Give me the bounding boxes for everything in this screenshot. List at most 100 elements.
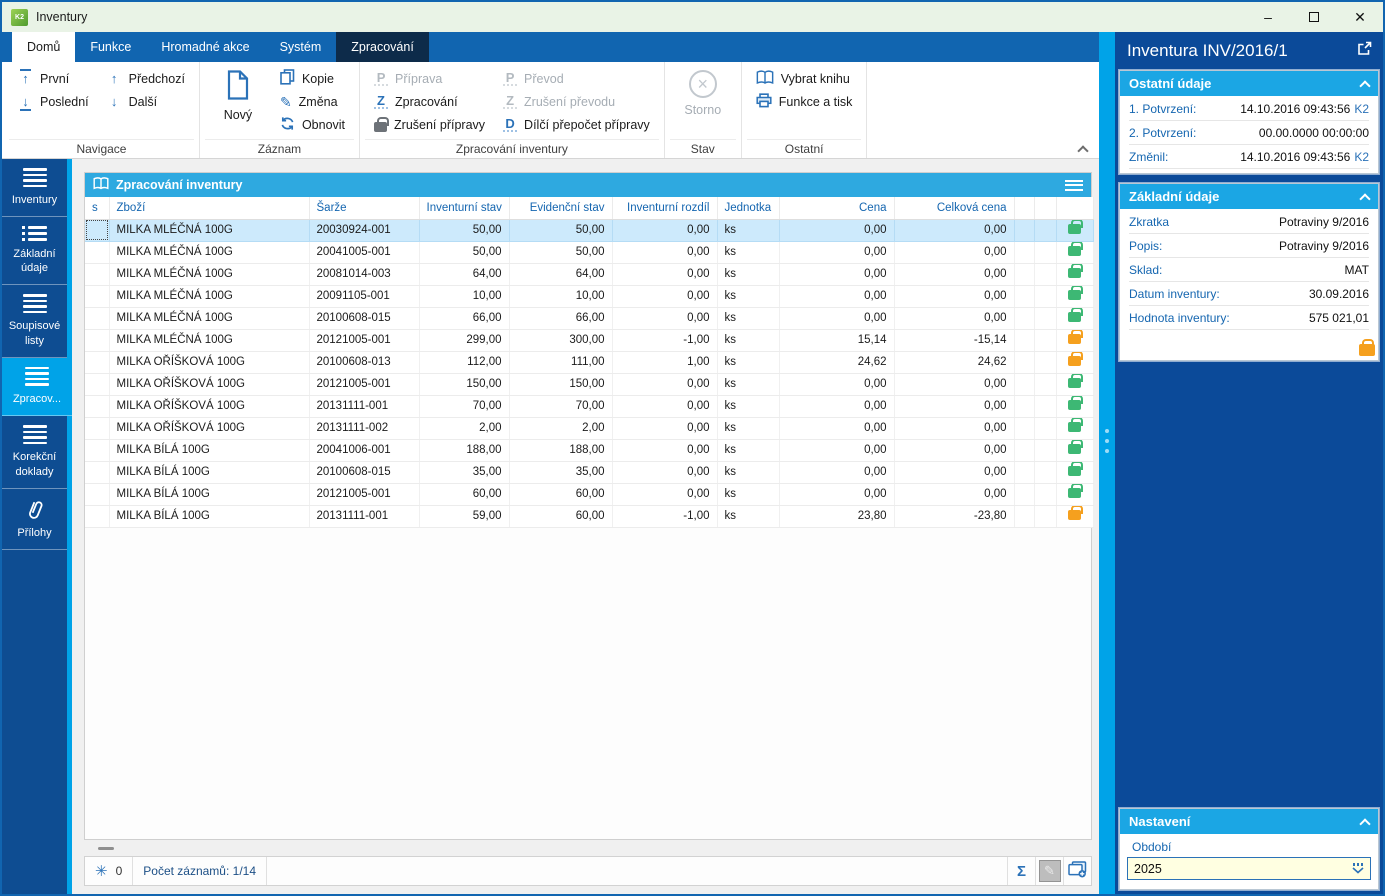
- select-book-button[interactable]: Vybrat knihu: [753, 67, 856, 90]
- dropdown-icon[interactable]: [1352, 863, 1364, 874]
- lock-green-icon: [1068, 290, 1081, 300]
- refresh-button[interactable]: Obnovit: [277, 113, 348, 136]
- tab-funkce[interactable]: Funkce: [75, 32, 146, 62]
- card-header[interactable]: Ostatní údaje: [1120, 71, 1378, 96]
- last-button[interactable]: ↓Poslední: [15, 90, 92, 113]
- zpracovani-button[interactable]: ZZpracování: [371, 90, 488, 113]
- cell: 0,00: [612, 219, 717, 241]
- cell: [85, 263, 109, 285]
- list-icon: [25, 367, 49, 386]
- sidebar-item-inventury[interactable]: Inventury: [2, 159, 67, 217]
- window-controls: – ✕: [1245, 2, 1383, 32]
- cell: [1014, 483, 1034, 505]
- cell: -23,80: [894, 505, 1014, 527]
- cell: 300,00: [509, 329, 612, 351]
- period-input[interactable]: 2025: [1127, 857, 1371, 880]
- side-panel-title: Inventura INV/2016/1: [1127, 41, 1288, 61]
- cell: MILKA OŘÍŠKOVÁ 100G: [109, 351, 309, 373]
- col-header-evidencni-stav[interactable]: Evidenční stav: [509, 197, 612, 219]
- card-header[interactable]: Nastavení: [1120, 809, 1378, 834]
- zruseni-pripravy-button[interactable]: Zrušení přípravy: [371, 113, 488, 136]
- lock-green-icon: [1068, 312, 1081, 322]
- table-row[interactable]: MILKA MLÉČNÁ 100G20081014-00364,0064,000…: [85, 263, 1093, 285]
- table-row[interactable]: MILKA OŘÍŠKOVÁ 100G20100608-013112,00111…: [85, 351, 1093, 373]
- col-header-inventurni-stav[interactable]: Inventurní stav: [419, 197, 509, 219]
- col-header-inventurni-rozdil[interactable]: Inventurní rozdíl: [612, 197, 717, 219]
- collapse-ribbon-icon[interactable]: [1077, 145, 1088, 156]
- cell: 70,00: [419, 395, 509, 417]
- col-header-jednotka[interactable]: Jednotka: [717, 197, 779, 219]
- expand-icon[interactable]: [1357, 41, 1372, 61]
- col-header-empty: [1056, 197, 1093, 219]
- panel-field-row: 1. Potvrzení:14.10.2016 09:43:56K2: [1129, 97, 1369, 121]
- cell: 35,00: [419, 461, 509, 483]
- dilci-prepocet-button[interactable]: DDílčí přepočet přípravy: [500, 113, 653, 136]
- edit-mode-button[interactable]: ✎: [1035, 857, 1063, 885]
- sidebar-item-zpracov[interactable]: Zpracov...: [2, 358, 72, 416]
- close-button[interactable]: ✕: [1337, 2, 1383, 32]
- filter-indicator[interactable]: ✳ 0: [85, 857, 133, 885]
- cell: [85, 439, 109, 461]
- card-header[interactable]: Základní údaje: [1120, 184, 1378, 209]
- cell: ks: [717, 307, 779, 329]
- col-header-cena[interactable]: Cena: [779, 197, 894, 219]
- previous-button[interactable]: ↑Předchozí: [104, 67, 188, 90]
- next-button[interactable]: ↓Další: [104, 90, 188, 113]
- sum-button[interactable]: Σ: [1007, 857, 1035, 885]
- cell: 10,00: [419, 285, 509, 307]
- cell: 0,00: [779, 263, 894, 285]
- zruseni-prevodu-button: ZZrušení převodu: [500, 90, 653, 113]
- cell: MILKA OŘÍŠKOVÁ 100G: [109, 373, 309, 395]
- col-header-celkova-cena[interactable]: Celková cena: [894, 197, 1014, 219]
- new-window-button[interactable]: [1063, 857, 1091, 885]
- cell: [1034, 329, 1056, 351]
- table-row[interactable]: MILKA MLÉČNÁ 100G20100608-01566,0066,000…: [85, 307, 1093, 329]
- edit-button[interactable]: ✎Změna: [277, 90, 348, 113]
- tab-hromadne-akce[interactable]: Hromadné akce: [146, 32, 264, 62]
- cell: 0,00: [894, 483, 1014, 505]
- cell: 0,00: [894, 439, 1014, 461]
- table-row[interactable]: MILKA OŘÍŠKOVÁ 100G20131111-0022,002,000…: [85, 417, 1093, 439]
- cell: 0,00: [894, 307, 1014, 329]
- grid-title: Zpracování inventury: [116, 178, 242, 192]
- grid-header-row: sZbožíŠaržeInventurní stavEvidenční stav…: [85, 197, 1093, 219]
- table-row[interactable]: MILKA MLÉČNÁ 100G20091105-00110,0010,000…: [85, 285, 1093, 307]
- cell: [85, 351, 109, 373]
- new-button[interactable]: Nový: [211, 67, 265, 139]
- table-row[interactable]: MILKA OŘÍŠKOVÁ 100G20131111-00170,0070,0…: [85, 395, 1093, 417]
- print-button[interactable]: Funkce a tisk: [753, 90, 856, 113]
- sidebar-item-prilohy[interactable]: Přílohy: [2, 489, 67, 551]
- panel-splitter[interactable]: [1099, 32, 1115, 894]
- col-header-zbozi[interactable]: Zboží: [109, 197, 309, 219]
- tab-zpracovani[interactable]: Zpracování: [336, 32, 429, 62]
- col-header-sarze[interactable]: Šarže: [309, 197, 419, 219]
- table-row[interactable]: MILKA BÍLÁ 100G20100608-01535,0035,000,0…: [85, 461, 1093, 483]
- table-row[interactable]: MILKA MLÉČNÁ 100G20121005-001299,00300,0…: [85, 329, 1093, 351]
- maximize-button[interactable]: [1291, 2, 1337, 32]
- tab-system[interactable]: Systém: [265, 32, 337, 62]
- table-row[interactable]: MILKA MLÉČNÁ 100G20041005-00150,0050,000…: [85, 241, 1093, 263]
- cell: [1014, 417, 1034, 439]
- cell: 0,00: [779, 417, 894, 439]
- cell: ks: [717, 285, 779, 307]
- sidebar-item-zakladni-udaje[interactable]: Základní údaje: [2, 217, 67, 285]
- copy-button[interactable]: Kopie: [277, 67, 348, 90]
- cell: [1014, 263, 1034, 285]
- grid-menu-icon[interactable]: [1065, 180, 1083, 191]
- first-button[interactable]: ↑První: [15, 67, 92, 90]
- table-row[interactable]: MILKA MLÉČNÁ 100G20030924-00150,0050,000…: [85, 219, 1093, 241]
- panel-field-row: Hodnota inventury:575 021,01: [1129, 306, 1369, 330]
- sidebar-item-korekcni-doklady[interactable]: Korekční doklady: [2, 416, 67, 489]
- table-row[interactable]: MILKA BÍLÁ 100G20041006-001188,00188,000…: [85, 439, 1093, 461]
- scrollbar-thumb[interactable]: [98, 847, 114, 850]
- cell: 15,14: [779, 329, 894, 351]
- table-row[interactable]: MILKA BÍLÁ 100G20131111-00159,0060,00-1,…: [85, 505, 1093, 527]
- tab-domu[interactable]: Domů: [12, 32, 75, 62]
- col-header-s[interactable]: s: [85, 197, 109, 219]
- table-row[interactable]: MILKA OŘÍŠKOVÁ 100G20121005-001150,00150…: [85, 373, 1093, 395]
- minimize-button[interactable]: –: [1245, 2, 1291, 32]
- cell: 60,00: [419, 483, 509, 505]
- sidebar-item-soupisove-listy[interactable]: Soupisové listy: [2, 285, 67, 358]
- table-row[interactable]: MILKA BÍLÁ 100G20121005-00160,0060,000,0…: [85, 483, 1093, 505]
- cell: 0,00: [612, 417, 717, 439]
